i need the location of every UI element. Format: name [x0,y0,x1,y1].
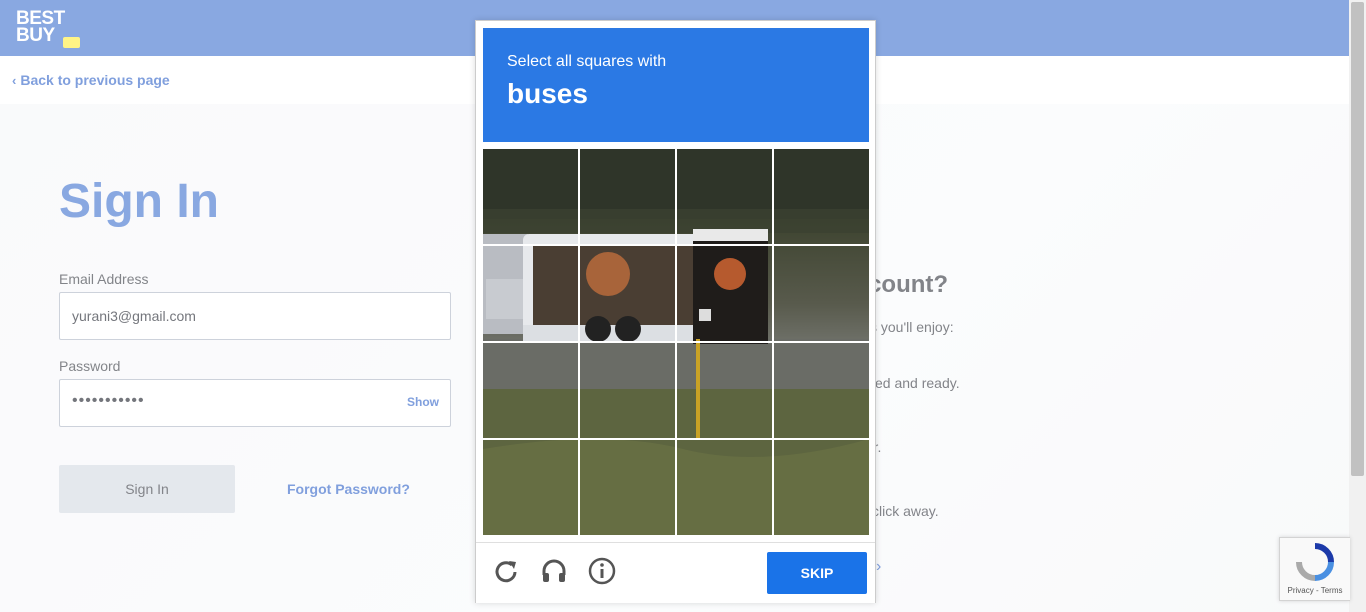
captcha-tile[interactable] [580,149,675,244]
grid-divider [483,438,869,440]
reload-icon[interactable] [492,557,520,585]
grid-divider [483,341,869,343]
recaptcha-challenge-dialog: Select all squares with buses SKIP [475,20,876,603]
captcha-tile[interactable] [580,440,675,535]
captcha-instruction-text: Select all squares with [507,53,667,70]
captcha-tile[interactable] [677,149,772,244]
audio-icon[interactable] [540,557,568,585]
captcha-tile[interactable] [483,343,578,438]
captcha-tile[interactable] [677,440,772,535]
captcha-tile[interactable] [774,440,869,535]
skip-button[interactable]: SKIP [767,552,867,594]
captcha-tile[interactable] [677,343,772,438]
recaptcha-badge[interactable]: Privacy - Terms [1279,537,1350,601]
captcha-tile[interactable] [580,246,675,341]
privacy-terms-text[interactable]: Privacy - Terms [1280,586,1350,595]
captcha-tile[interactable] [483,440,578,535]
recaptcha-logo-icon [1296,543,1334,581]
scrollbar-thumb[interactable] [1351,2,1364,476]
captcha-tile[interactable] [774,246,869,341]
captcha-tile[interactable] [483,149,578,244]
captcha-target-label: buses [507,78,588,109]
captcha-instruction-banner: Select all squares with buses [483,28,869,142]
captcha-tile[interactable] [483,246,578,341]
captcha-tile[interactable] [677,246,772,341]
captcha-footer: SKIP [476,542,875,603]
grid-divider [772,149,774,535]
page-scrollbar[interactable] [1349,0,1366,612]
info-icon[interactable] [588,557,616,585]
captcha-tile[interactable] [774,149,869,244]
captcha-tile[interactable] [580,343,675,438]
captcha-image-grid [483,149,869,535]
captcha-tile[interactable] [774,343,869,438]
